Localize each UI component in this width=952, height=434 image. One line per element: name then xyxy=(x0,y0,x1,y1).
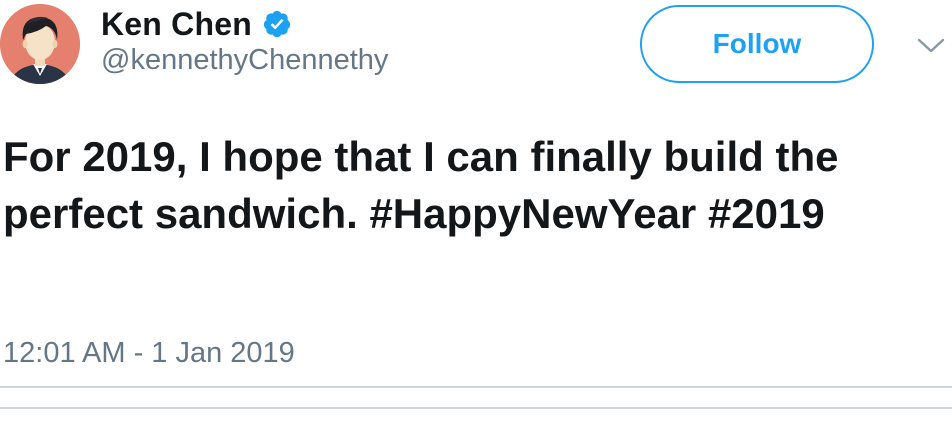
cartoon-person-avatar-icon xyxy=(0,4,80,84)
tweet-card: Ken Chen @kennethyChennethy Follow For 2… xyxy=(0,0,952,434)
divider xyxy=(0,386,952,388)
author-name-row: Ken Chen xyxy=(101,4,292,44)
avatar[interactable] xyxy=(0,4,80,84)
chevron-down-icon[interactable] xyxy=(916,36,946,56)
tweet-text: For 2019, I hope that I can finally buil… xyxy=(3,128,943,242)
tweet-timestamp[interactable]: 12:01 AM - 1 Jan 2019 xyxy=(3,337,295,370)
hashtag-link[interactable]: #HappyNewYear xyxy=(369,190,696,237)
verified-badge-icon xyxy=(263,10,291,38)
author-handle[interactable]: @kennethyChennethy xyxy=(101,44,388,77)
hashtag-link[interactable]: #2019 xyxy=(708,190,825,237)
author-display-name[interactable]: Ken Chen xyxy=(101,6,252,43)
follow-button[interactable]: Follow xyxy=(640,5,874,83)
divider xyxy=(0,407,952,409)
